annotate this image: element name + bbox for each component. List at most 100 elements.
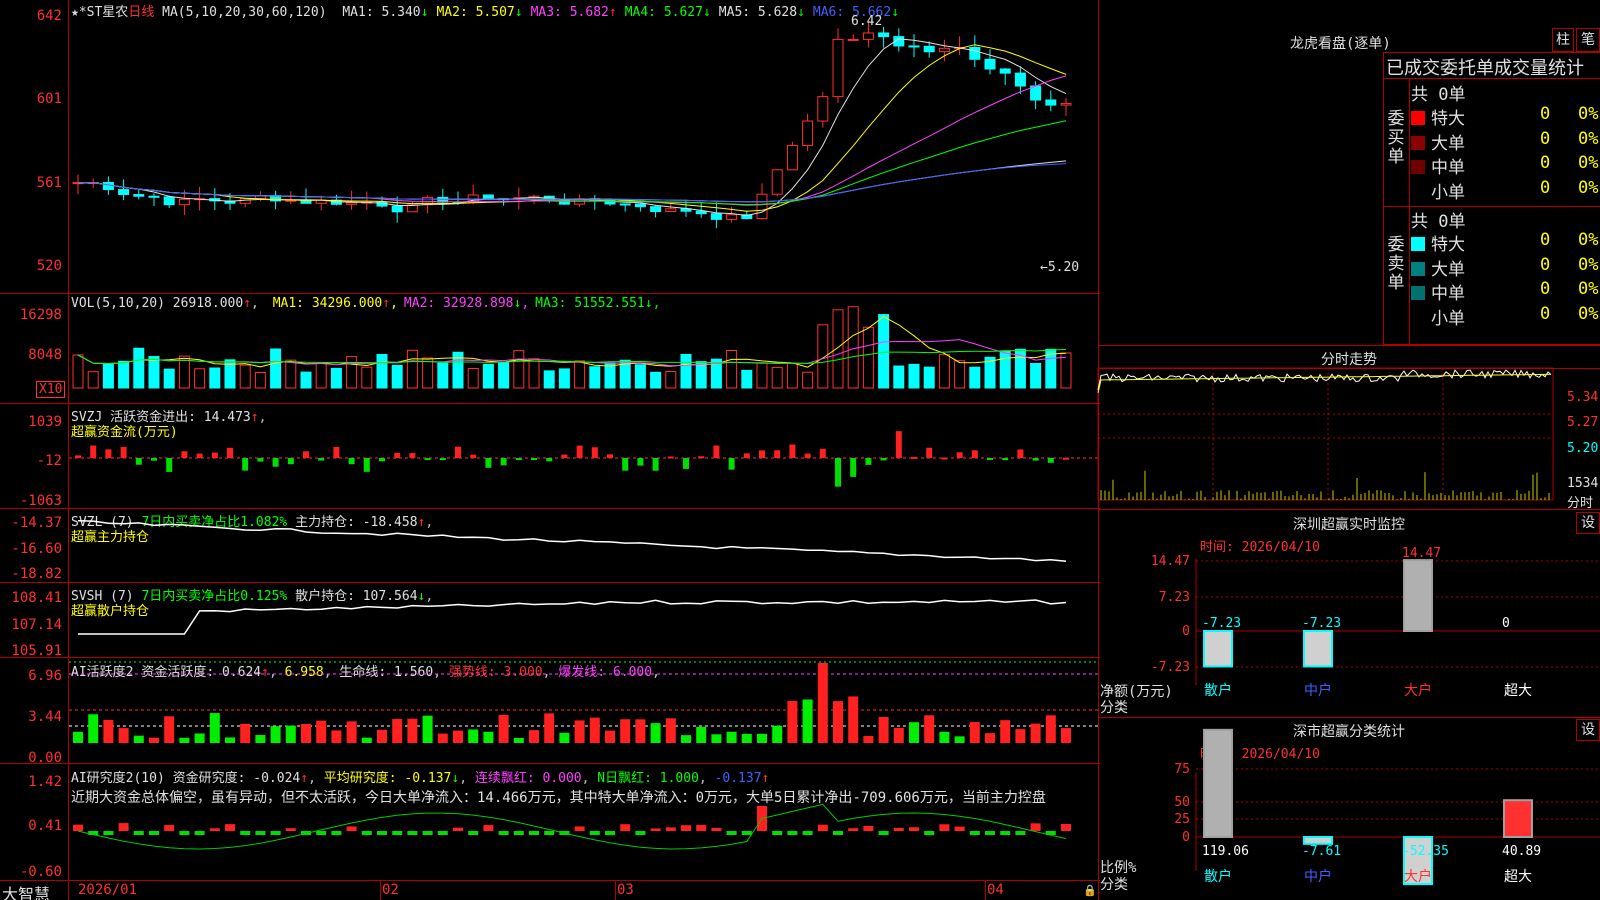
flow-bar	[196, 453, 203, 458]
candle	[802, 120, 814, 146]
research-bar	[772, 831, 783, 835]
volume-bar	[330, 367, 342, 389]
intraday-vol: 1534	[1567, 476, 1599, 491]
volume-bar	[923, 366, 935, 389]
svzl-chart[interactable]	[0, 508, 1100, 582]
flow-bar	[1063, 457, 1069, 460]
bar-value: 14.47	[1402, 546, 1441, 561]
flow-bar	[211, 452, 218, 458]
candle	[178, 198, 190, 206]
volume-bar	[300, 371, 312, 389]
order-pct: 0%	[1578, 303, 1599, 324]
candle	[999, 68, 1011, 74]
y-tick: 75	[1174, 762, 1190, 777]
research-bar	[650, 828, 661, 831]
flow-bar	[804, 453, 811, 458]
activity-bar	[589, 717, 600, 743]
category-label: 中户	[1304, 868, 1332, 885]
bar-value: -7.23	[1302, 616, 1341, 631]
svsh-chart[interactable]	[0, 582, 1100, 657]
buy-side-label: 委买单	[1387, 109, 1405, 167]
activity-bar	[529, 730, 539, 743]
flow-bar	[470, 454, 477, 458]
activity-bar	[255, 735, 266, 743]
volume-bar	[102, 363, 114, 389]
order-pct: 0%	[1578, 230, 1599, 250]
bar-value: -52.35	[1402, 844, 1449, 859]
column-button[interactable]: 柱	[1552, 28, 1574, 52]
volume-bar	[498, 362, 510, 389]
activity-bar	[1000, 720, 1011, 743]
activity-bar	[605, 730, 615, 743]
flow-bar	[485, 458, 492, 468]
research-bar	[802, 831, 813, 835]
pen-button[interactable]: 笔	[1576, 28, 1600, 52]
y-tick: 7.23	[1159, 590, 1190, 605]
volume-bar	[148, 356, 160, 389]
activity-bar	[240, 723, 251, 743]
kline-chart[interactable]	[0, 0, 1100, 293]
ai-active-chart[interactable]	[0, 657, 1100, 763]
activity-bar	[285, 725, 296, 743]
volume-bar	[665, 370, 677, 389]
category-label: 散户	[1204, 868, 1232, 885]
order-count: 0	[1540, 279, 1551, 299]
volume-bar	[528, 358, 540, 389]
activity-bar	[407, 718, 418, 743]
research-bar	[1030, 823, 1041, 831]
volume-chart[interactable]	[0, 293, 1100, 403]
candle	[923, 45, 935, 53]
research-bar	[620, 824, 631, 831]
activity-bar	[498, 714, 509, 743]
category-bar	[1303, 836, 1333, 845]
activity-bar	[316, 720, 327, 743]
research-bar	[225, 824, 235, 831]
volume-bar	[406, 349, 418, 389]
intraday-price: 5.27	[1567, 415, 1599, 430]
order-pct: 0%	[1578, 128, 1599, 149]
flow-bar	[1002, 458, 1009, 461]
activity-bar	[878, 716, 889, 743]
bar-value: 0	[1502, 616, 1510, 631]
intraday-price: 5.20	[1567, 441, 1599, 456]
lock-icon[interactable]: 🔒	[1083, 884, 1097, 897]
research-bar	[118, 823, 129, 831]
ai-research-chart[interactable]	[0, 763, 1100, 880]
y-tick: -7.23	[1151, 660, 1190, 675]
candle	[756, 193, 768, 220]
candle	[133, 194, 145, 197]
activity-bar	[893, 727, 904, 743]
activity-bar	[164, 716, 175, 743]
category-bar	[1203, 728, 1233, 838]
intraday-chart[interactable]	[1097, 367, 1600, 508]
research-bar	[498, 831, 509, 835]
activity-bar	[726, 731, 737, 743]
candle	[1014, 72, 1026, 87]
candle	[908, 45, 920, 48]
flow-bar	[637, 458, 644, 466]
flow-bar	[1047, 458, 1054, 463]
color-swatch	[1411, 160, 1425, 174]
flow-bar	[880, 458, 887, 461]
order-row: 大单	[1411, 129, 1465, 154]
order-type: 中单	[1431, 158, 1465, 178]
svzj-chart[interactable]	[0, 403, 1100, 508]
intraday-title: 分时走势	[1321, 352, 1377, 368]
volume-bar	[893, 365, 905, 389]
flow-bar	[774, 450, 781, 458]
candle	[817, 96, 829, 122]
research-bar	[513, 831, 524, 835]
activity-bar	[73, 731, 83, 743]
brand-logo: 大智慧	[2, 885, 51, 900]
flow-bar	[303, 451, 309, 458]
order-row: 小单	[1411, 304, 1465, 329]
classify-chart[interactable]: 75 50 25 0 119.06 散户 -7.61 中户 -52.35 大户 40.89 超大	[1098, 717, 1600, 900]
monitor-chart[interactable]: 14.47 7.23 0 -7.23 -7.23 散户 -7.23 中户 14.47 大户 0 超大	[1098, 509, 1600, 709]
volume-bar	[558, 368, 570, 389]
research-bar	[164, 825, 175, 831]
category-bar	[1403, 559, 1433, 632]
order-pct: 0%	[1578, 254, 1599, 275]
activity-bar	[422, 715, 433, 743]
order-count: 0	[1540, 230, 1551, 250]
research-bar	[179, 831, 190, 835]
